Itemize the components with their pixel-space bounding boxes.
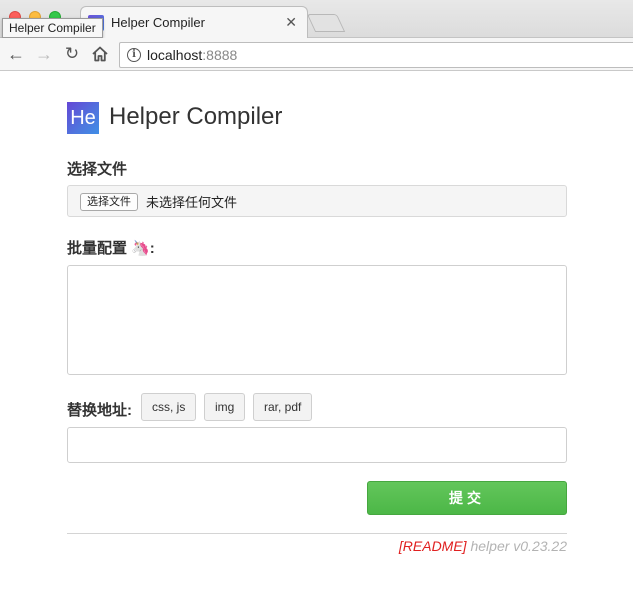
tab-title: Helper Compiler	[111, 15, 205, 30]
replace-address-input[interactable]	[67, 427, 567, 463]
app-logo: He	[67, 102, 99, 134]
forward-arrow-icon[interactable]: →	[34, 44, 54, 64]
browser-tab[interactable]: He Helper Compiler ✕	[80, 6, 308, 39]
footer-divider	[67, 533, 567, 534]
choose-file-button[interactable]: 选择文件	[80, 193, 138, 211]
unicorn-icon: 🦄	[131, 240, 150, 257]
info-icon[interactable]: i	[127, 48, 141, 62]
batch-config-label-colon: :	[149, 240, 155, 257]
chip-css-js-button[interactable]: css, js	[141, 393, 197, 421]
version-text: helper v0.23.22	[470, 538, 567, 554]
replace-address-label: 替换地址:	[67, 402, 132, 419]
footer: [README] helper v0.23.22	[399, 538, 567, 554]
new-tab-button[interactable]	[306, 14, 346, 32]
batch-config-textarea[interactable]	[67, 265, 567, 375]
file-status-text: 未选择任何文件	[146, 195, 238, 210]
readme-link[interactable]: [README]	[399, 538, 467, 554]
chip-rar-pdf-button[interactable]: rar, pdf	[253, 393, 313, 421]
browser-toolbar: ← → ↻ i localhost:8888	[0, 38, 633, 71]
batch-config-label-text: 批量配置	[67, 240, 128, 257]
chip-img-button[interactable]: img	[204, 393, 246, 421]
tab-tooltip: Helper Compiler	[2, 18, 103, 38]
address-bar[interactable]: i localhost:8888	[119, 42, 633, 68]
back-arrow-icon[interactable]: ←	[6, 44, 26, 64]
url-host: localhost	[147, 47, 203, 63]
batch-config-label: 批量配置 🦄:	[67, 237, 155, 258]
reload-icon[interactable]: ↻	[62, 44, 82, 64]
page-title: Helper Compiler	[109, 103, 283, 130]
submit-button[interactable]: 提交	[367, 481, 567, 515]
url-port: :8888	[202, 47, 238, 63]
close-icon[interactable]: ✕	[285, 14, 297, 31]
file-label: 选择文件	[67, 161, 128, 178]
file-input[interactable]: 选择文件 未选择任何文件	[67, 185, 567, 217]
url-text: localhost:8888	[147, 47, 237, 63]
home-icon[interactable]	[90, 44, 110, 64]
